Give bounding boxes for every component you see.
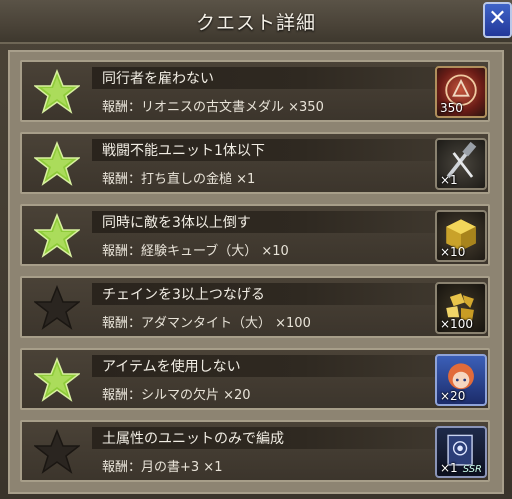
close-button[interactable]: ✕: [483, 2, 512, 38]
quest-row-4: チェインを3以上つなげる 報酬：アダマンタイト（大） ×100 ×100: [20, 276, 490, 338]
unachieved-star-icon: [34, 429, 80, 474]
quest-condition: 土属性のユニットのみで編成: [102, 431, 284, 447]
achieved-star-icon: [34, 213, 80, 258]
medal-icon[interactable]: 350: [435, 66, 487, 118]
achieved-star-icon: [34, 141, 80, 186]
item-quantity: ×20: [440, 389, 466, 403]
quest-condition: アイテムを使用しない: [102, 359, 241, 375]
window-title: クエスト詳細: [195, 12, 316, 34]
quest-reward: 報酬：シルマの欠片 ×20: [102, 388, 251, 403]
quest-row-1: 同行者を雇わない 報酬：リオニスの古文書メダル ×350 350: [20, 60, 490, 122]
quest-reward: 報酬：経験キューブ（大） ×10: [102, 244, 289, 259]
unachieved-star-icon: [34, 285, 80, 330]
item-quantity: ×10: [440, 245, 466, 259]
quest-row-6: 土属性のユニットのみで編成 報酬：月の書+3 ×1 ×1 SSR: [20, 420, 490, 482]
quest-reward: 報酬：月の書+3 ×1: [102, 460, 223, 475]
hammer-icon[interactable]: ×1: [435, 138, 487, 190]
window-header: クエスト詳細 ✕: [0, 0, 512, 44]
quest-detail-window: クエスト詳細 ✕ 同行者を雇わない 報酬：リオニスの古文書メダル ×350 35…: [0, 0, 512, 499]
quest-reward: 報酬：アダマンタイト（大） ×100: [102, 316, 311, 331]
quest-condition: 同時に敵を3体以上倒す: [102, 215, 251, 231]
adamantite-icon[interactable]: ×100: [435, 282, 487, 334]
achieved-star-icon: [34, 69, 80, 114]
quest-reward: 報酬：リオニスの古文書メダル ×350: [102, 100, 324, 115]
item-quantity: ×100: [440, 317, 473, 331]
exp-cube-icon[interactable]: ×10: [435, 210, 487, 262]
item-quantity: ×1: [440, 173, 458, 187]
achieved-star-icon: [34, 357, 80, 402]
quest-condition: チェインを3以上つなげる: [102, 287, 265, 303]
item-quantity: ×1: [440, 461, 458, 475]
item-quantity: 350: [440, 101, 463, 115]
quest-row-3: 同時に敵を3体以上倒す 報酬：経験キューブ（大） ×10 ×10: [20, 204, 490, 266]
moon-book-icon[interactable]: ×1 SSR: [435, 426, 487, 478]
quest-row-5: アイテムを使用しない 報酬：シルマの欠片 ×20 ×20: [20, 348, 490, 410]
quest-reward: 報酬：打ち直しの金槌 ×1: [102, 172, 256, 187]
quest-row-2: 戦闘不能ユニット1体以下 報酬：打ち直しの金槌 ×1 ×1: [20, 132, 490, 194]
quest-condition: 同行者を雇わない: [102, 71, 214, 87]
rarity-badge: SSR: [462, 464, 482, 475]
shard-icon[interactable]: ×20: [435, 354, 487, 406]
quest-condition: 戦闘不能ユニット1体以下: [102, 143, 265, 159]
